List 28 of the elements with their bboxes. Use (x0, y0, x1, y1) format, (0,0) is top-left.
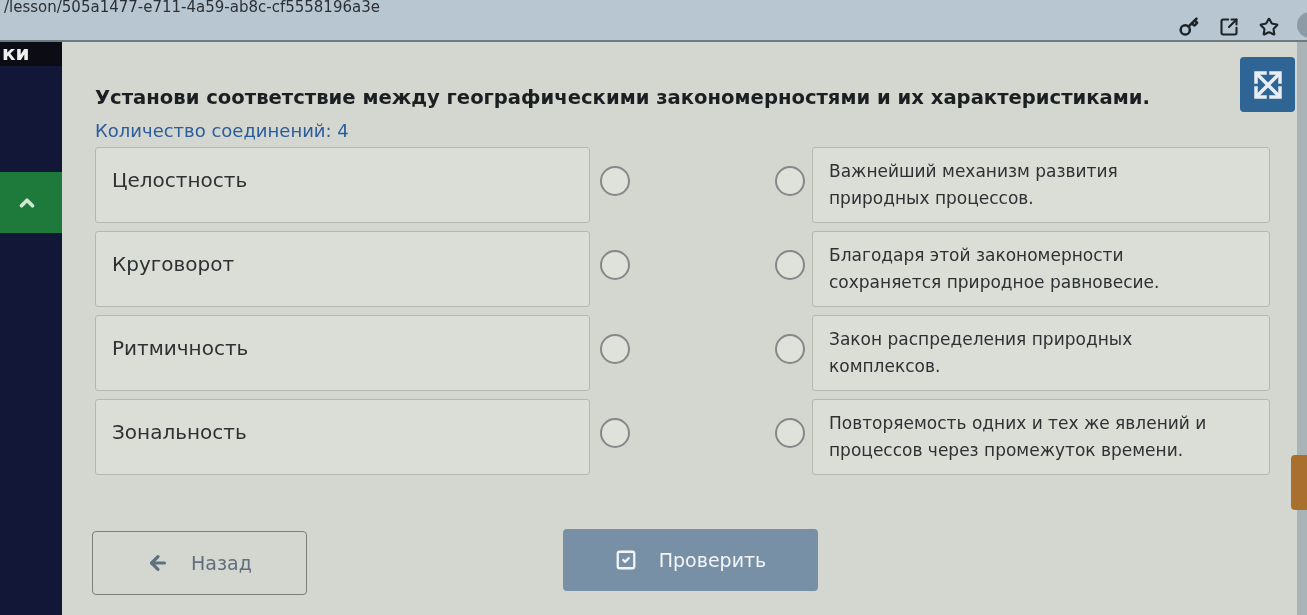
connector-circle-icon[interactable] (600, 418, 630, 448)
connections-count: Количество соединений: 4 (95, 120, 350, 141)
term-card[interactable]: Круговорот (95, 231, 590, 307)
fullscreen-button[interactable] (1240, 57, 1295, 112)
term-card[interactable]: Целостность (95, 147, 590, 223)
definition-card[interactable]: Важнейший механизм развития природных процессов. (812, 147, 1270, 223)
term-card[interactable]: Ритмичность (95, 315, 590, 391)
collapse-button[interactable] (0, 172, 62, 233)
connector-circle-icon[interactable] (775, 166, 805, 196)
back-button[interactable]: Назад (92, 531, 307, 595)
term-card[interactable]: Зональность (95, 399, 590, 475)
address-text[interactable]: /lesson/505a1477-e711-4a59-ab8c-cf5558196a3e (0, 0, 380, 15)
star-icon[interactable] (1259, 17, 1279, 37)
connector-circle-icon[interactable] (600, 250, 630, 280)
connector-circle-icon[interactable] (775, 418, 805, 448)
task-title: Установи соответствие между географическими закономерностями и их характеристиками. (95, 86, 1150, 109)
definition-card[interactable]: Благодаря этой закономерности сохраняется природное равновесие. (812, 231, 1270, 307)
definition-card[interactable]: Закон распределения природных комплексов. (812, 315, 1270, 391)
share-icon[interactable] (1219, 17, 1239, 37)
connector-circle-icon[interactable] (775, 250, 805, 280)
connector-circle-icon[interactable] (775, 334, 805, 364)
sidebar-label: ки (0, 42, 62, 66)
key-icon[interactable] (1179, 17, 1199, 37)
checkbox-icon (614, 549, 637, 571)
connector-circle-icon[interactable] (600, 166, 630, 196)
expand-icon (1252, 69, 1283, 100)
connector-circle-icon[interactable] (600, 334, 630, 364)
definition-card[interactable]: Повторяемость одних и тех же явлений и процессов через промежуток времени. (812, 399, 1270, 475)
